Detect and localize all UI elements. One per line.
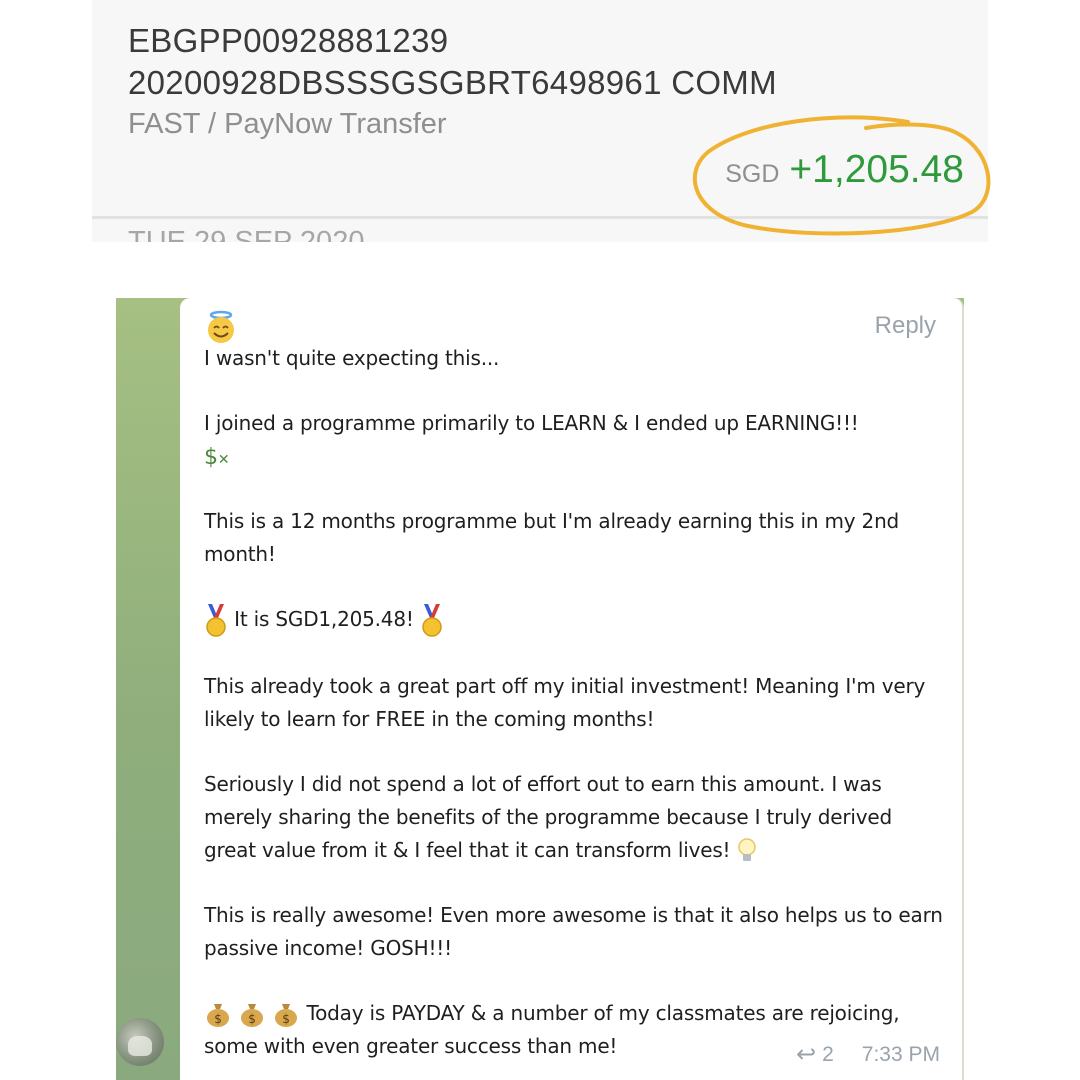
message-line: This is really awesome! Even more awesom… (204, 902, 943, 960)
svg-text:$: $ (283, 1012, 290, 1026)
message-line: Seriously I did not spend a lot of effor… (204, 768, 944, 867)
transaction-card: EBGPP00928881239 20200928DBSSSGSGBRT6498… (92, 0, 988, 242)
message-line: I joined a programme primarily to LEARN … (204, 411, 859, 470)
reply-button[interactable]: Reply (875, 312, 936, 340)
message-line: This already took a great part off my in… (204, 673, 926, 731)
message-line: This is a 12 months programme but I'm al… (204, 509, 900, 566)
amount-value: +1,205.48 (789, 148, 964, 191)
message-meta: ↩ 2 7:33 PM (796, 1040, 940, 1069)
svg-text:$: $ (214, 1012, 221, 1026)
transaction-reference: EBGPP00928881239 20200928DBSSSGSGBRT6498… (128, 20, 777, 104)
money-with-wings-icon: $✕ (204, 444, 230, 470)
reply-arrow-icon[interactable]: ↩ (796, 1040, 816, 1069)
money-bag-icon: $ (275, 1004, 298, 1027)
money-bag-icon: $ (241, 1004, 264, 1027)
smiling-face-with-halo-icon (208, 310, 234, 343)
reply-count[interactable]: 2 (822, 1043, 834, 1067)
message-text: I wasn't quite expecting this... I joine… (204, 342, 944, 1063)
transaction-amount: SGD +1,205.48 (725, 148, 964, 192)
sports-medal-icon (206, 603, 226, 637)
next-date-header: TUE 29 SEP 2020 (128, 226, 364, 242)
divider (92, 216, 988, 219)
message-time: 7:33 PM (861, 1042, 940, 1066)
reference-line-2: 20200928DBSSSGSGBRT6498961 COMM (128, 64, 777, 101)
money-bag-icon: $ (207, 1004, 229, 1027)
message-bubble[interactable]: Reply I wasn't quite expecting this... I… (180, 298, 964, 1080)
reference-line-1: EBGPP00928881239 (128, 22, 449, 59)
transaction-type: FAST / PayNow Transfer (128, 108, 447, 140)
amount-currency: SGD (725, 160, 780, 188)
sports-medal-icon (422, 603, 442, 637)
avatar[interactable] (116, 1018, 164, 1066)
svg-text:$: $ (248, 1012, 255, 1026)
message-line: It is SGD1,205.48! (204, 603, 944, 638)
next-date-text: TUE 29 SEP 2020 (128, 226, 365, 242)
light-bulb-icon (737, 838, 756, 861)
chat-panel: Reply I wasn't quite expecting this... I… (116, 298, 964, 1080)
message-line: I wasn't quite expecting this... (204, 346, 500, 370)
